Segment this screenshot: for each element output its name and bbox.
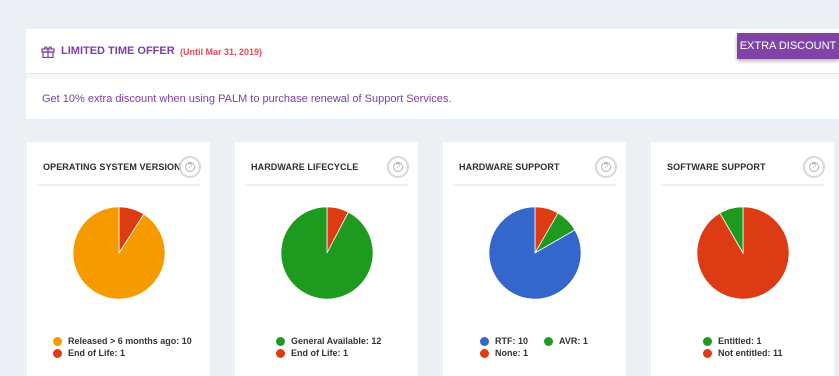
help-icon-glyph: ? (185, 162, 195, 172)
offer-body: Get 10% extra discount when using PALM t… (26, 79, 839, 119)
offer-message: Get 10% extra discount when using PALM t… (42, 93, 452, 105)
help-icon-glyph: ? (393, 162, 403, 172)
help-icon-glyph: ? (809, 162, 819, 172)
legend-label: End of Life: 1 (68, 348, 125, 358)
legend-item: Not entitled: 11 (703, 348, 783, 358)
gift-icon (41, 46, 55, 58)
offer-title: LIMITED TIME OFFER (61, 45, 175, 57)
legend-label: Released > 6 months ago: 10 (68, 336, 192, 346)
offer-panel: LIMITED TIME OFFER (Until Mar 31, 2019) … (26, 29, 839, 119)
legend-dot (703, 336, 712, 346)
card-title: HARDWARE LIFECYCLE (251, 162, 359, 172)
legend-item: End of Life: 1 (276, 348, 348, 358)
legend-label: AVR: 1 (559, 336, 588, 346)
legend-item: None: 1 (480, 348, 528, 358)
card-hardware-lifecycle: HARDWARE LIFECYCLE ? General Available: … (235, 142, 418, 376)
legend-dot (480, 348, 489, 358)
legend-dot (703, 348, 712, 358)
card-hardware-support: HARDWARE SUPPORT ? RTF: 10 AVR: 1 None: … (443, 142, 626, 376)
help-icon[interactable]: ? (595, 156, 617, 178)
legend-item: General Available: 12 (276, 336, 381, 346)
legend-item: RTF: 10 (480, 336, 528, 346)
legend-dot (276, 336, 285, 346)
legend-dot (544, 336, 553, 346)
legend-dot (276, 348, 285, 358)
card-operating-system-version: OPERATING SYSTEM VERSION ? Released > 6 … (27, 142, 210, 376)
legend-label: Entitled: 1 (718, 336, 762, 346)
pie-slice-general-available[interactable] (280, 206, 374, 300)
legend-label: RTF: 10 (495, 336, 529, 346)
card-software-support: SOFTWARE SUPPORT ? Entitled: 1 Not entit… (651, 142, 834, 376)
card-title: OPERATING SYSTEM VERSION (43, 162, 181, 172)
legend-dot (480, 336, 489, 346)
divider (661, 184, 824, 186)
legend-item: Released > 6 months ago: 10 (53, 336, 192, 346)
help-icon[interactable]: ? (387, 156, 409, 178)
card-title: HARDWARE SUPPORT (459, 162, 560, 172)
divider (453, 184, 616, 186)
help-icon[interactable]: ? (179, 156, 201, 178)
help-icon[interactable]: ? (803, 156, 825, 178)
legend-item: Entitled: 1 (703, 336, 762, 346)
help-icon-glyph: ? (601, 162, 611, 172)
pie-chart (280, 206, 374, 300)
legend-label: Not entitled: 11 (718, 348, 783, 358)
extra-discount-button[interactable]: EXTRA DISCOUNT (737, 33, 839, 59)
legend-label: None: 1 (495, 348, 529, 358)
card-title: SOFTWARE SUPPORT (667, 162, 766, 172)
legend-item: AVR: 1 (544, 336, 588, 346)
pie-chart (72, 206, 166, 300)
legend-dot (53, 348, 62, 358)
legend-dot (53, 336, 62, 346)
pie-chart (488, 206, 582, 300)
offer-header: LIMITED TIME OFFER (Until Mar 31, 2019) (26, 29, 839, 74)
pie-slice-released-6-months-ago[interactable] (72, 206, 166, 300)
legend-label: End of Life: 1 (291, 348, 348, 358)
legend-item: End of Life: 1 (53, 348, 125, 358)
offer-deadline: (Until Mar 31, 2019) (180, 47, 263, 57)
divider (245, 184, 408, 186)
pie-chart (696, 206, 790, 300)
legend-label: General Available: 12 (291, 336, 382, 346)
divider (37, 184, 200, 186)
